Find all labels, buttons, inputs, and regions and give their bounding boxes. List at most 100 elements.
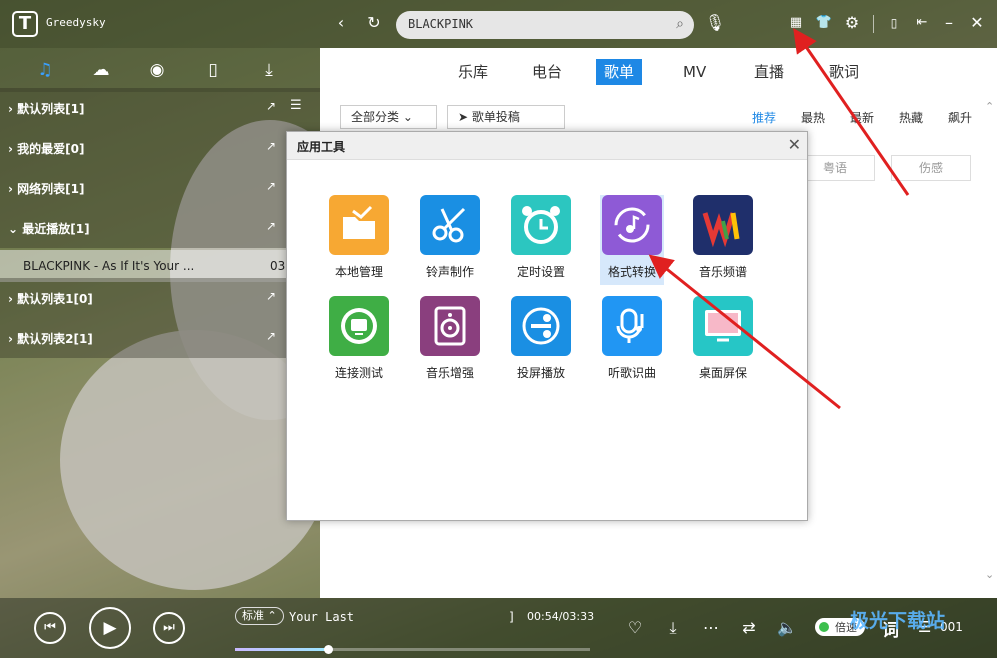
tag-sad[interactable]: 伤感: [891, 155, 971, 181]
quality-selector[interactable]: 标准 ⌃: [235, 607, 284, 625]
next-button[interactable]: ⏭: [153, 612, 185, 644]
play-button[interactable]: ▶: [89, 607, 131, 649]
tab-radio[interactable]: 电台: [532, 59, 562, 85]
playlist-item[interactable]: › 我的最爱[0] ↗: [0, 128, 320, 168]
minimize-icon[interactable]: –: [938, 13, 960, 35]
playlist-item[interactable]: › 默认列表[1] ↗ ☰: [0, 88, 320, 128]
device-icon[interactable]: ▯: [201, 58, 225, 82]
mic-note-icon: [602, 296, 662, 356]
title-bracket: ]: [509, 610, 514, 624]
playlist-label: › 默认列表[1]: [8, 102, 85, 116]
submit-label: 歌单投稿: [471, 110, 520, 124]
chevron-down-icon: ⌄: [402, 110, 413, 124]
progress-handle[interactable]: [324, 645, 333, 654]
toggle-knob: [819, 622, 829, 632]
dialog-header: 应用工具 ✕: [287, 132, 807, 160]
more-icon[interactable]: ⋯: [700, 618, 722, 637]
now-playing-title: Your Last: [289, 610, 355, 624]
tool-song-recognition[interactable]: 听歌识曲: [600, 296, 664, 386]
search-icon[interactable]: ⌕: [676, 16, 684, 32]
category-dropdown[interactable]: 全部分类 ⌄: [340, 105, 437, 129]
collapse-icon[interactable]: ⇤: [911, 13, 933, 35]
playlist-name: 默认列表2[1]: [17, 332, 93, 346]
open-external-icon[interactable]: ↗: [266, 179, 276, 193]
download-icon[interactable]: ⤓: [662, 618, 684, 638]
dialog-close-icon[interactable]: ✕: [788, 135, 801, 154]
tab-lyrics[interactable]: 歌词: [829, 59, 859, 85]
title-bar: T Greedysky ‹ ↻ BLACKPINK ⌕ 🎙 ▦ 👕 ⚙ ▯ ⇤ …: [0, 0, 997, 48]
download-icon[interactable]: ⤓: [257, 58, 281, 82]
search-query: BLACKPINK: [408, 17, 474, 31]
tab-mv[interactable]: MV: [683, 59, 706, 85]
tool-format-convert[interactable]: 格式转换: [600, 195, 664, 285]
tool-timer-settings[interactable]: 定时设置: [509, 195, 573, 285]
sidebar: ♫ ☁ ◉ ▯ ⤓ › 默认列表[1] ↗ ☰ › 我的最爱[0] ↗ › 网络…: [0, 48, 320, 598]
scroll-down-icon[interactable]: ⌄: [985, 568, 994, 581]
tool-music-spectrum[interactable]: 音乐频谱: [691, 195, 755, 285]
back-icon[interactable]: ‹: [330, 13, 352, 35]
playlist-item[interactable]: › 默认列表1[0] ↗: [0, 278, 320, 318]
filter-recommended[interactable]: 推荐: [752, 109, 776, 126]
heart-icon[interactable]: ♡: [624, 618, 646, 637]
music-note-icon[interactable]: ♫: [33, 58, 57, 82]
song-title: BLACKPINK - As If It's Your ...: [23, 259, 195, 273]
tool-label: 音乐增强: [425, 366, 474, 380]
filter-favorited[interactable]: 热藏: [899, 109, 923, 126]
close-icon[interactable]: ✕: [966, 13, 988, 35]
open-external-icon[interactable]: ↗: [266, 219, 276, 233]
tool-screen-cast[interactable]: 投屏播放: [509, 296, 573, 386]
username[interactable]: Greedysky: [46, 16, 106, 29]
settings-gear-icon[interactable]: ⚙: [841, 13, 863, 35]
tab-live[interactable]: 直播: [754, 59, 784, 85]
send-icon: ➤: [458, 110, 469, 124]
voice-search-icon[interactable]: 🎙: [704, 13, 726, 35]
playlist-name: 默认列表1[0]: [17, 292, 93, 306]
playlist-item[interactable]: ⌄ 最近播放[1] ↗: [0, 208, 320, 248]
tool-label: 定时设置: [516, 265, 565, 279]
menu-icon[interactable]: ☰: [290, 98, 302, 113]
radio-icon[interactable]: ◉: [145, 58, 169, 82]
playlist-item[interactable]: › 默认列表2[1] ↗: [0, 318, 320, 358]
previous-button[interactable]: ⏮: [34, 612, 66, 644]
tool-label: 连接测试: [334, 366, 383, 380]
mini-mode-icon[interactable]: ▯: [883, 13, 905, 35]
open-external-icon[interactable]: ↗: [266, 99, 276, 113]
volume-icon[interactable]: 🔈: [776, 618, 798, 637]
submit-playlist-button[interactable]: ➤ 歌单投稿: [447, 105, 565, 129]
open-external-icon[interactable]: ↗: [266, 289, 276, 303]
refresh-icon[interactable]: ↻: [363, 13, 385, 35]
scissors-icon: [420, 195, 480, 255]
tool-connection-test[interactable]: 连接测试: [327, 296, 391, 386]
apps-grid-icon[interactable]: ▦: [785, 13, 807, 35]
playlist-label: › 默认列表2[1]: [8, 332, 93, 346]
shuffle-icon[interactable]: ⇄: [738, 618, 760, 637]
cast-icon: [511, 296, 571, 356]
app-tools-dialog: 应用工具 ✕ 本地管理 铃声制作 定时设置 格式转换 音乐频谱 连接测试 音乐增…: [286, 131, 808, 521]
tool-label: 桌面屏保: [698, 366, 747, 380]
tool-music-enhance[interactable]: 音乐增强: [418, 296, 482, 386]
cloud-icon[interactable]: ☁: [89, 58, 113, 82]
tab-library[interactable]: 乐库: [458, 59, 488, 85]
filter-rising[interactable]: 飙升: [948, 109, 972, 126]
globe-icon: [329, 296, 389, 356]
playlist-label: › 网络列表[1]: [8, 182, 85, 196]
open-external-icon[interactable]: ↗: [266, 139, 276, 153]
playlist-item[interactable]: › 网络列表[1] ↗: [0, 168, 320, 208]
filter-newest[interactable]: 最新: [850, 109, 874, 126]
scroll-up-icon[interactable]: ⌃: [985, 100, 994, 113]
spectrum-icon: [693, 195, 753, 255]
tool-desktop-screensaver[interactable]: 桌面屏保: [691, 296, 755, 386]
watermark: 极光下载站: [850, 610, 946, 632]
open-external-icon[interactable]: ↗: [266, 329, 276, 343]
scrollbar[interactable]: ⌃ ⌄: [983, 100, 997, 581]
tool-ringtone-maker[interactable]: 铃声制作: [418, 195, 482, 285]
sidebar-tabs: ♫ ☁ ◉ ▯ ⤓: [0, 48, 320, 92]
dialog-title: 应用工具: [297, 140, 346, 154]
convert-icon: [602, 195, 662, 255]
search-input[interactable]: BLACKPINK ⌕: [396, 11, 694, 39]
skin-shirt-icon[interactable]: 👕: [813, 13, 835, 35]
filter-hottest[interactable]: 最热: [801, 109, 825, 126]
tab-playlists[interactable]: 歌单: [596, 59, 643, 85]
progress-bar[interactable]: [235, 645, 590, 654]
tool-local-management[interactable]: 本地管理: [327, 195, 391, 285]
